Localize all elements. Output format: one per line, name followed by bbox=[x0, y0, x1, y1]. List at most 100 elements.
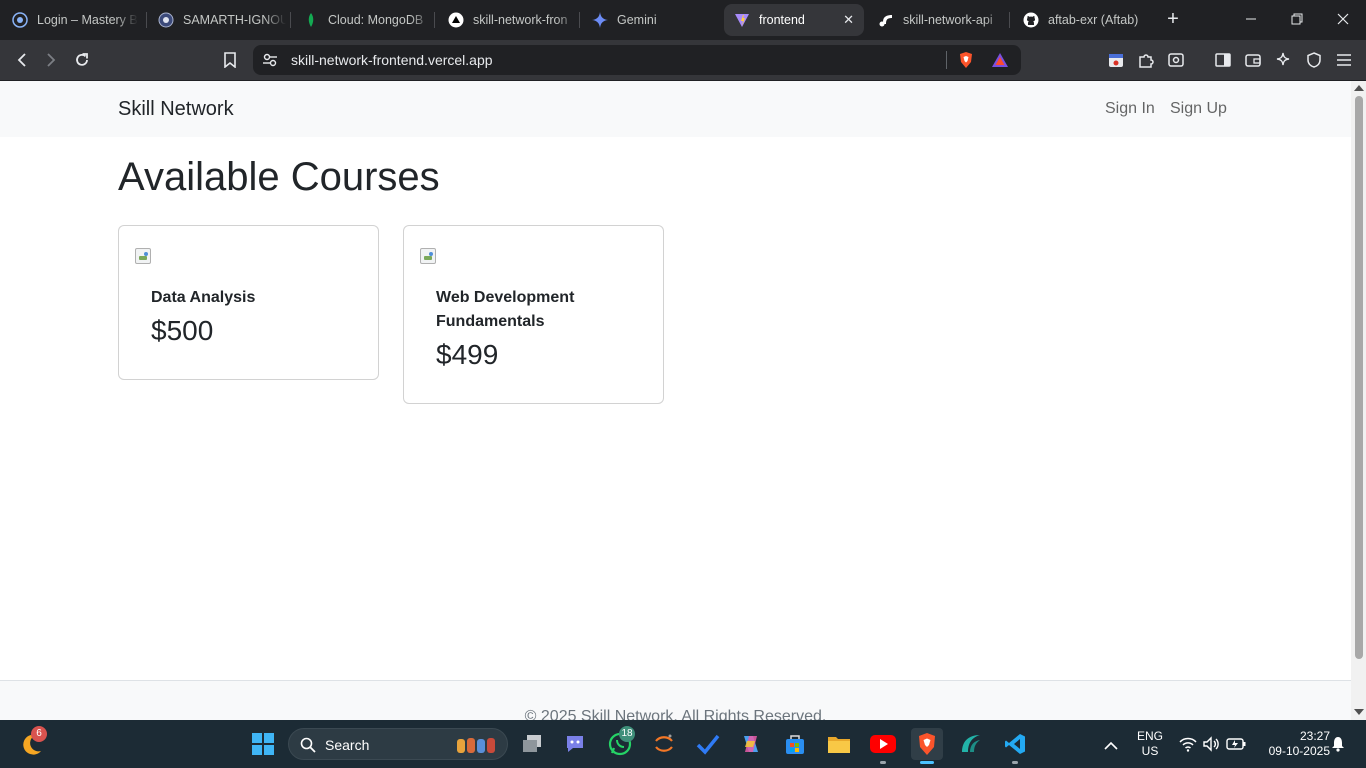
teams-chat-button[interactable] bbox=[559, 728, 591, 760]
store-bag-icon bbox=[786, 735, 804, 754]
footer-copyright: © 2025 Skill Network. All Rights Reserve… bbox=[524, 708, 827, 720]
hamburger-menu-icon bbox=[1337, 54, 1351, 66]
samarth-icon bbox=[158, 12, 174, 28]
tab-label: frontend bbox=[759, 13, 805, 27]
wallet-icon bbox=[1245, 54, 1261, 67]
scroll-thumb[interactable] bbox=[1355, 96, 1363, 659]
sign-in-link[interactable]: Sign In bbox=[1105, 100, 1155, 118]
tab-label: skill-network-api bbox=[903, 13, 993, 27]
scroll-down-arrow-icon[interactable] bbox=[1354, 709, 1364, 715]
wifi-icon[interactable] bbox=[1179, 736, 1197, 757]
region-code: US bbox=[1141, 744, 1159, 758]
battery-icon[interactable] bbox=[1226, 737, 1246, 756]
scroll-up-arrow-icon[interactable] bbox=[1354, 85, 1364, 91]
checkmark-todo-icon bbox=[696, 734, 720, 755]
vite-icon bbox=[734, 12, 750, 28]
back-button[interactable] bbox=[9, 48, 35, 72]
course-title: Data Analysis bbox=[151, 289, 256, 306]
close-window-button[interactable] bbox=[1328, 6, 1358, 34]
render-icon bbox=[878, 12, 894, 28]
course-price: $499 bbox=[436, 339, 499, 370]
jupyter-icon bbox=[655, 734, 673, 752]
new-tab-button[interactable]: + bbox=[1162, 8, 1184, 30]
tab-strip: Login – Mastery B SAMARTH-IGNOU Cloud: M… bbox=[0, 0, 1366, 40]
tab-separator bbox=[146, 12, 147, 28]
leo-ai-button[interactable] bbox=[1270, 48, 1296, 72]
brave-lion-icon bbox=[919, 733, 935, 755]
mastery-icon bbox=[12, 12, 28, 28]
search-label: Search bbox=[325, 737, 370, 753]
store-button[interactable] bbox=[779, 728, 811, 760]
url-text[interactable]: skill-network-frontend.vercel.app bbox=[291, 52, 493, 68]
search-icon bbox=[300, 737, 316, 758]
tab-frontend[interactable]: frontend ✕ bbox=[724, 4, 864, 36]
vpn-button[interactable] bbox=[1301, 48, 1327, 72]
brave-browser-button[interactable] bbox=[911, 728, 943, 760]
course-price: $500 bbox=[151, 315, 214, 346]
brave-shields-icon[interactable] bbox=[957, 51, 975, 74]
file-explorer-button[interactable] bbox=[823, 728, 855, 760]
active-indicator bbox=[920, 761, 934, 764]
task-view-button[interactable] bbox=[516, 728, 548, 760]
jupyter-button[interactable] bbox=[648, 728, 680, 760]
notification-bell-icon[interactable] bbox=[1331, 736, 1345, 757]
screenshot-button[interactable] bbox=[1163, 48, 1189, 72]
sparkle-ai-icon bbox=[1276, 52, 1290, 66]
chevron-up-icon[interactable] bbox=[1104, 738, 1118, 756]
reload-button[interactable] bbox=[69, 48, 95, 72]
tab-gemini[interactable]: Gemini bbox=[582, 4, 722, 36]
minimize-button[interactable] bbox=[1236, 6, 1266, 34]
gemini-sparkle-icon bbox=[592, 12, 608, 28]
back-arrow-icon bbox=[17, 53, 26, 67]
page-scrollbar[interactable] bbox=[1351, 81, 1366, 720]
folder-icon bbox=[828, 737, 850, 753]
vscode-button[interactable] bbox=[999, 728, 1031, 760]
tab-github[interactable]: aftab-exr (Aftab) bbox=[1013, 4, 1153, 36]
sign-up-link[interactable]: Sign Up bbox=[1170, 100, 1227, 118]
youtube-icon bbox=[870, 735, 896, 753]
site-settings-icon[interactable] bbox=[262, 52, 278, 73]
brand-link[interactable]: Skill Network bbox=[118, 98, 234, 121]
forward-button[interactable] bbox=[38, 48, 64, 72]
forward-arrow-icon bbox=[47, 53, 56, 67]
address-bar[interactable]: skill-network-frontend.vercel.app bbox=[253, 45, 1021, 75]
puzzle-icon bbox=[1139, 54, 1154, 68]
clock[interactable]: 23:27 09-10-2025 bbox=[1254, 729, 1330, 759]
extensions-button[interactable] bbox=[1133, 48, 1159, 72]
extension-calendar-button[interactable] bbox=[1103, 48, 1129, 72]
youtube-button[interactable] bbox=[867, 728, 899, 760]
brave-rewards-icon[interactable] bbox=[991, 51, 1009, 74]
language-code: ENG bbox=[1136, 729, 1163, 743]
running-indicator bbox=[880, 761, 886, 764]
close-tab-icon[interactable]: ✕ bbox=[843, 12, 854, 28]
screenshot-icon bbox=[1168, 53, 1184, 67]
language-indicator[interactable]: ENG US bbox=[1134, 729, 1166, 759]
start-button[interactable] bbox=[247, 728, 279, 760]
sidebar-button[interactable] bbox=[1210, 48, 1236, 72]
sidebar-icon bbox=[1215, 53, 1231, 67]
course-card[interactable]: Web Development Fundamentals $499 bbox=[403, 225, 664, 404]
tab-fade bbox=[116, 4, 138, 36]
omnibox-separator bbox=[946, 51, 947, 69]
wave-app-button[interactable] bbox=[955, 728, 987, 760]
menu-button[interactable] bbox=[1331, 48, 1357, 72]
weather-badge: 6 bbox=[31, 726, 47, 742]
copilot-button[interactable] bbox=[735, 728, 767, 760]
volume-icon[interactable] bbox=[1202, 736, 1220, 757]
tab-separator bbox=[434, 12, 435, 28]
todo-button[interactable] bbox=[692, 728, 724, 760]
restore-button[interactable] bbox=[1282, 6, 1312, 34]
tab-label: Cloud: MongoDB bbox=[328, 13, 424, 27]
shield-icon bbox=[1307, 52, 1321, 68]
taskbar-search[interactable]: Search bbox=[288, 728, 508, 760]
tab-separator bbox=[1009, 12, 1010, 28]
reload-icon bbox=[76, 53, 88, 66]
tab-fade bbox=[410, 4, 432, 36]
bookmark-button[interactable] bbox=[217, 48, 243, 72]
wallet-button[interactable] bbox=[1240, 48, 1266, 72]
course-card[interactable]: Data Analysis $500 bbox=[118, 225, 379, 380]
vercel-triangle-icon bbox=[448, 12, 464, 28]
chat-icon bbox=[567, 736, 583, 752]
running-indicator bbox=[1012, 761, 1018, 764]
tab-fade bbox=[264, 4, 286, 36]
